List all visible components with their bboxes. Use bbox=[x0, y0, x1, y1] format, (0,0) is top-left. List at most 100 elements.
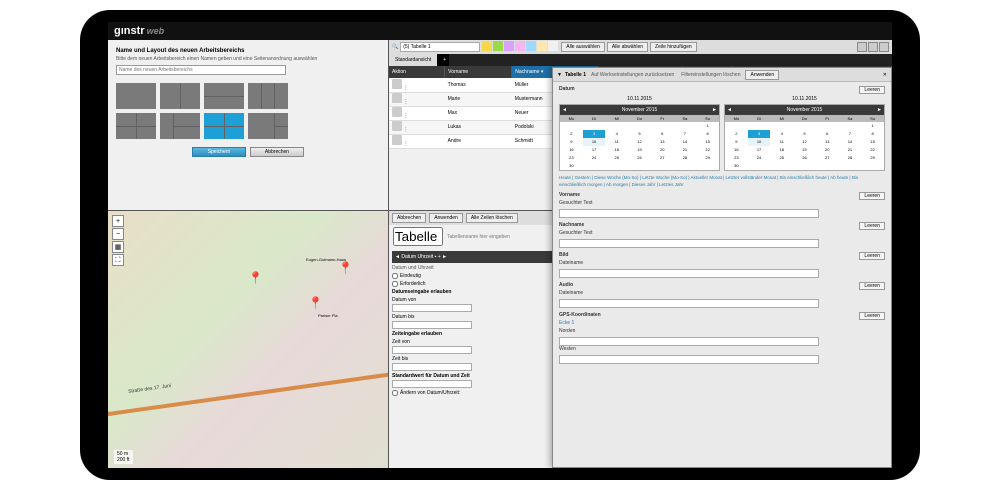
date-to-input[interactable] bbox=[392, 321, 472, 329]
calendar-day[interactable]: 21 bbox=[839, 146, 862, 154]
color-chip[interactable] bbox=[493, 41, 503, 51]
calendar-day[interactable] bbox=[839, 162, 862, 170]
calendar-day[interactable]: 8 bbox=[696, 130, 719, 138]
vorname-filter-input[interactable] bbox=[559, 209, 819, 218]
calendar-day[interactable]: 13 bbox=[816, 138, 839, 146]
prev-month-icon[interactable]: ◄ bbox=[562, 105, 567, 115]
calendar-from[interactable]: ◄November 2015► MoDiMiDoFrSaSo1234567891… bbox=[559, 104, 720, 171]
clear-button[interactable]: Leeren bbox=[859, 192, 885, 200]
layout-option[interactable] bbox=[248, 83, 288, 109]
time-to-input[interactable] bbox=[392, 363, 472, 371]
column-header[interactable]: Vorname bbox=[445, 66, 512, 78]
calendar-day[interactable]: 5 bbox=[793, 130, 816, 138]
calendar-day[interactable] bbox=[793, 122, 816, 130]
calendar-day[interactable]: 23 bbox=[725, 154, 748, 162]
clear-filter-link[interactable]: Filtereinstellungen löschen bbox=[679, 72, 742, 78]
calendar-day[interactable]: 27 bbox=[651, 154, 674, 162]
calendar-day[interactable]: 8 bbox=[861, 130, 884, 138]
calendar-day[interactable]: 4 bbox=[605, 130, 628, 138]
gps-north-input[interactable] bbox=[559, 337, 819, 346]
calendar-day[interactable]: 26 bbox=[793, 154, 816, 162]
calendar-day[interactable]: 30 bbox=[560, 162, 583, 170]
clear-rows-button[interactable]: Alle Zeilen löschen bbox=[466, 213, 518, 223]
calendar-day[interactable] bbox=[651, 122, 674, 130]
bild-filter-input[interactable] bbox=[559, 269, 819, 278]
calendar-day[interactable]: 14 bbox=[839, 138, 862, 146]
row-drag-icon[interactable] bbox=[392, 121, 402, 131]
required-checkbox[interactable] bbox=[392, 281, 398, 287]
calendar-day[interactable] bbox=[583, 122, 606, 130]
calendar-day[interactable]: 14 bbox=[674, 138, 697, 146]
calendar-day[interactable]: 1 bbox=[696, 122, 719, 130]
calendar-day[interactable]: 11 bbox=[770, 138, 793, 146]
zoom-out-button[interactable]: − bbox=[112, 228, 124, 240]
row-drag-icon[interactable] bbox=[392, 107, 402, 117]
row-drag-icon[interactable] bbox=[392, 79, 402, 89]
calendar-day[interactable]: 1 bbox=[861, 122, 884, 130]
nachname-filter-input[interactable] bbox=[559, 239, 819, 248]
color-chip[interactable] bbox=[482, 41, 492, 51]
calendar-day[interactable]: 9 bbox=[725, 138, 748, 146]
calendar-day[interactable] bbox=[861, 162, 884, 170]
calendar-day[interactable] bbox=[628, 162, 651, 170]
calendar-day[interactable]: 3 bbox=[583, 130, 606, 138]
calendar-day[interactable]: 18 bbox=[770, 146, 793, 154]
calendar-day[interactable]: 21 bbox=[674, 146, 697, 154]
calendar-day[interactable]: 16 bbox=[560, 146, 583, 154]
map-pin[interactable]: 📍 bbox=[338, 261, 348, 275]
clear-button[interactable]: Leeren bbox=[859, 312, 885, 320]
calendar-day[interactable]: 18 bbox=[605, 146, 628, 154]
table-search-input[interactable] bbox=[400, 42, 480, 52]
layout-option[interactable] bbox=[248, 113, 288, 139]
layers-button[interactable]: ▦ bbox=[112, 241, 124, 253]
table-name-input[interactable] bbox=[393, 227, 443, 246]
calendar-day[interactable]: 6 bbox=[651, 130, 674, 138]
abort-button[interactable]: Abbrechen bbox=[392, 213, 426, 223]
calendar-day[interactable]: 17 bbox=[748, 146, 771, 154]
layout-option[interactable] bbox=[116, 83, 156, 109]
calendar-day[interactable] bbox=[696, 162, 719, 170]
calendar-day[interactable]: 10 bbox=[748, 138, 771, 146]
collapse-icon[interactable] bbox=[868, 42, 878, 52]
calendar-day[interactable]: 16 bbox=[725, 146, 748, 154]
calendar-day[interactable]: 3 bbox=[748, 130, 771, 138]
layout-option[interactable] bbox=[204, 83, 244, 109]
date-quick-links[interactable]: Heute | Gestern | Diese Woche (Mo-So) | … bbox=[559, 174, 885, 188]
calendar-day[interactable]: 9 bbox=[560, 138, 583, 146]
calendar-day[interactable]: 12 bbox=[793, 138, 816, 146]
filter-icon[interactable] bbox=[857, 42, 867, 52]
select-all-button[interactable]: Alle auswählen bbox=[561, 42, 605, 52]
next-month-icon[interactable]: ► bbox=[877, 105, 882, 115]
calendar-day[interactable]: 4 bbox=[770, 130, 793, 138]
row-drag-icon[interactable] bbox=[392, 93, 402, 103]
calendar-day[interactable]: 20 bbox=[816, 146, 839, 154]
calendar-day[interactable]: 10 bbox=[583, 138, 606, 146]
calendar-day[interactable]: 24 bbox=[583, 154, 606, 162]
zoom-in-button[interactable]: + bbox=[112, 215, 124, 227]
calendar-day[interactable]: 22 bbox=[861, 146, 884, 154]
color-chip[interactable] bbox=[526, 41, 536, 51]
unique-checkbox[interactable] bbox=[392, 273, 398, 279]
calendar-day[interactable]: 15 bbox=[696, 138, 719, 146]
calendar-day[interactable]: 7 bbox=[839, 130, 862, 138]
row-drag-icon[interactable] bbox=[392, 135, 402, 145]
map-pin[interactable]: 📍 bbox=[248, 271, 258, 285]
calendar-day[interactable]: 25 bbox=[770, 154, 793, 162]
calendar-day[interactable]: 20 bbox=[651, 146, 674, 154]
calendar-day[interactable] bbox=[816, 122, 839, 130]
calendar-day[interactable] bbox=[674, 122, 697, 130]
color-chip[interactable] bbox=[548, 41, 558, 51]
calendar-day[interactable]: 22 bbox=[696, 146, 719, 154]
calendar-day[interactable]: 24 bbox=[748, 154, 771, 162]
apply-button[interactable]: Anwenden bbox=[429, 213, 463, 223]
apply-filter-button[interactable]: Anwenden bbox=[745, 70, 779, 80]
view-tab-default[interactable]: Standardansicht bbox=[389, 54, 437, 66]
calendar-day[interactable] bbox=[605, 162, 628, 170]
workspace-name-input[interactable] bbox=[116, 65, 286, 75]
calendar-day[interactable] bbox=[605, 122, 628, 130]
row-menu-icon[interactable]: ⋮ bbox=[403, 99, 408, 105]
calendar-day[interactable]: 17 bbox=[583, 146, 606, 154]
deselect-all-button[interactable]: Alle abwählen bbox=[607, 42, 648, 52]
calendar-day[interactable] bbox=[770, 162, 793, 170]
reset-link[interactable]: Auf Werkseinstellungen zurücksetzen bbox=[589, 72, 676, 78]
